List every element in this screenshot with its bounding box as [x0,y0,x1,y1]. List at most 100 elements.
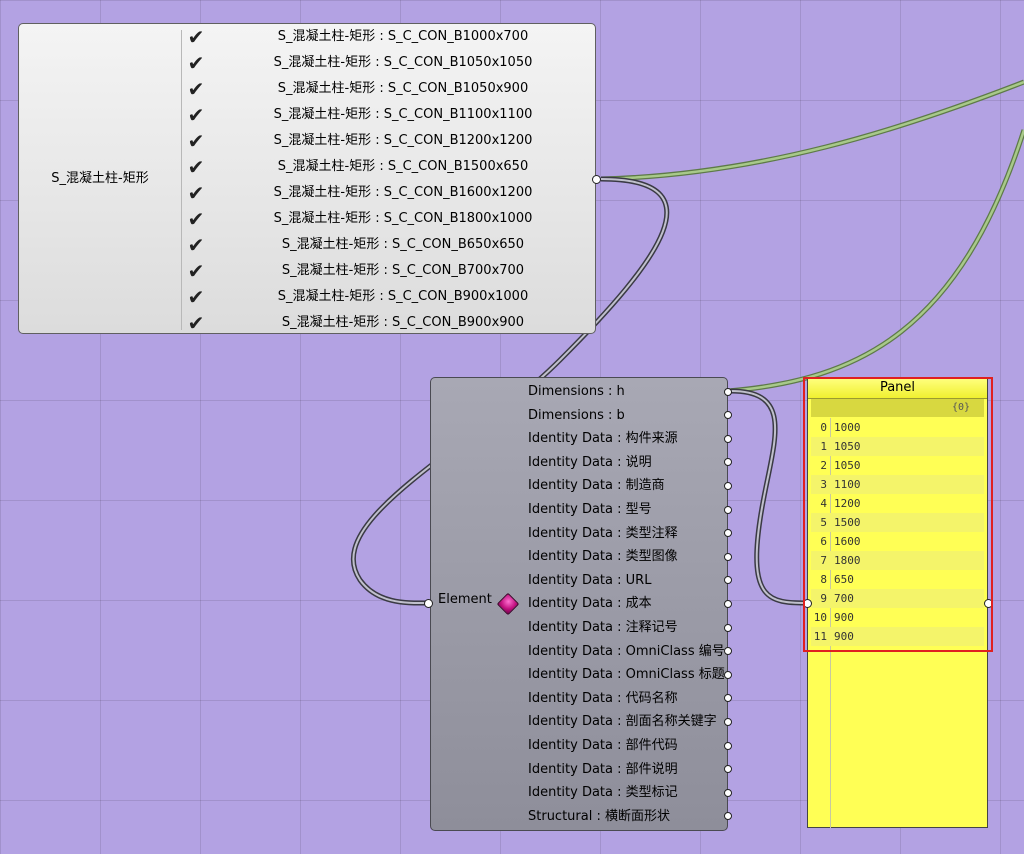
value-list-item[interactable]: ✔ S_混凝土柱-矩形 : S_C_CON_B900x1000 [182,284,596,310]
value-list-item[interactable]: ✔ S_混凝土柱-矩形 : S_C_CON_B1050x1050 [182,50,596,76]
panel-output-port[interactable] [984,599,993,608]
value-list-item-label: S_混凝土柱-矩形 : S_C_CON_B1100x1100 [273,107,533,122]
element-output-port[interactable] [724,505,732,514]
panel-row-value: 1600 [834,535,861,548]
panel-row-index: 8 [820,573,827,586]
checkmark-icon: ✔ [187,129,205,153]
element-output-port[interactable] [724,481,732,490]
panel-row: 11 900 [811,627,984,646]
element-output-label: Dimensions : h [528,384,625,399]
panel-row-index: 11 [813,630,827,643]
value-list-item-label: S_混凝土柱-矩形 : S_C_CON_B900x900 [281,315,525,330]
wire-h-to-panel [730,388,807,606]
element-output-port[interactable] [724,741,732,750]
checkmark-icon: ✔ [187,77,205,101]
element-output-label: Identity Data : 类型标记 [528,785,678,801]
checkmark-icon: ✔ [187,233,205,257]
element-output-label: Identity Data : 部件代码 [528,738,678,753]
value-list-item-label: S_混凝土柱-矩形 : S_C_CON_B900x1000 [277,289,529,304]
wire-selected-2-core [727,129,1024,393]
value-list-item-label: S_混凝土柱-矩形 : S_C_CON_B1200x1200 [273,133,533,148]
value-list-item[interactable]: ✔ S_混凝土柱-矩形 : S_C_CON_B1000x700 [182,24,596,50]
panel-row-index: 3 [820,478,827,491]
panel-row-index: 5 [820,516,827,529]
value-list-item[interactable]: ✔ S_混凝土柱-矩形 : S_C_CON_B900x900 [182,310,596,336]
checkmark-icon: ✔ [187,207,205,231]
element-output-label: Identity Data : OmniClass 编号 [528,643,725,659]
value-list-item[interactable]: ✔ S_混凝土柱-矩形 : S_C_CON_B1100x1100 [182,102,596,128]
value-list-item[interactable]: ✔ S_混凝土柱-矩形 : S_C_CON_B1800x1000 [182,206,596,232]
panel-row: 9 700 [811,589,984,608]
panel-row-index: 1 [820,440,827,453]
panel-row: 8 650 [811,570,984,589]
checkmark-icon: ✔ [187,311,205,335]
value-list-item-label: S_混凝土柱-矩形 : S_C_CON_B1000x700 [277,29,529,44]
element-output-port[interactable] [724,552,732,561]
panel-input-port[interactable] [803,599,812,608]
element-output-port[interactable] [724,599,732,608]
panel-row: 2 1050 [811,456,984,475]
panel-row: 4 1200 [811,494,984,513]
checkmark-icon: ✔ [187,181,205,205]
element-output-port[interactable] [724,434,732,443]
panel-row: 6 1600 [811,532,984,551]
panel-row: 1 1050 [811,437,984,456]
element-output-label: Identity Data : OmniClass 标题 [528,667,725,683]
panel-row-value: 700 [834,592,854,605]
panel-row-value: 1100 [834,478,861,491]
checkmark-icon: ✔ [187,285,205,309]
value-list-item[interactable]: ✔ S_混凝土柱-矩形 : S_C_CON_B1200x1200 [182,128,596,154]
element-output-port[interactable] [724,387,732,396]
panel-row-index: 6 [820,535,827,548]
wire-selected-1-core [600,80,1024,181]
element-output-port[interactable] [724,717,732,726]
value-list-item[interactable]: ✔ S_混凝土柱-矩形 : S_C_CON_B650x650 [182,232,596,258]
panel-row: 10 900 [811,608,984,627]
panel-row-value: 1500 [834,516,861,529]
element-output-label: Identity Data : 构件来源 [528,431,678,447]
panel-row-index: 10 [813,611,827,624]
panel-row: 7 1800 [811,551,984,570]
panel-row-value: 1800 [834,554,861,567]
element-output-label: Identity Data : 类型图像 [528,549,678,565]
panel-row-value: 1200 [834,497,861,510]
panel-title: Panel [808,378,987,399]
panel-row-index: 7 [820,554,827,567]
value-list-item[interactable]: ✔ S_混凝土柱-矩形 : S_C_CON_B1500x650 [182,154,596,180]
element-output-label: Identity Data : 制造商 [528,478,665,494]
value-list-item[interactable]: ✔ S_混凝土柱-矩形 : S_C_CON_B1600x1200 [182,180,596,206]
element-output-label: Identity Data : 剖面名称关键字 [528,714,717,730]
panel-row: 3 1100 [811,475,984,494]
panel-component[interactable]: Panel {0} 0 1000 1 1050 2 1050 3 1100 4 1200 5 1500… [807,377,988,828]
element-input-port[interactable] [424,599,433,608]
element-output-port[interactable] [724,788,732,797]
element-output-label: Identity Data : 代码名称 [528,690,678,706]
value-list-output-port[interactable] [592,175,601,184]
value-list-component[interactable]: S_混凝土柱-矩形 ✔ S_混凝土柱-矩形 : S_C_CON_B1000x700… [18,23,596,336]
value-list-name: S_混凝土柱-矩形 [51,171,149,186]
checkmark-icon: ✔ [187,155,205,179]
element-output-port[interactable] [724,623,732,632]
panel-row-index: 4 [820,497,827,510]
element-output-label: Dimensions : b [528,407,625,423]
panel-row-index: 2 [820,459,827,472]
panel-row-value: 1050 [834,440,861,453]
panel-row: 0 1000 [811,418,984,437]
panel-row-index: 9 [820,592,827,605]
element-output-label: Structural : 横断面形状 [528,808,670,824]
element-output-label: Identity Data : 部件说明 [528,761,678,777]
value-list-item[interactable]: ✔ S_混凝土柱-矩形 : S_C_CON_B1050x900 [182,76,596,102]
element-input-label: Element [438,592,492,607]
value-list-item-label: S_混凝土柱-矩形 : S_C_CON_B1800x1000 [273,211,533,226]
element-output-label: Identity Data : URL [528,572,652,588]
element-output-port[interactable] [724,670,732,679]
value-list-item[interactable]: ✔ S_混凝土柱-矩形 : S_C_CON_B700x700 [182,258,596,284]
wire-selected-2 [727,129,1024,394]
value-list-item-label: S_混凝土柱-矩形 : S_C_CON_B1500x650 [277,159,529,174]
element-output-label: Identity Data : 注释记号 [528,620,678,635]
wire-h-to-panel-core [730,390,807,604]
panel-row-value: 900 [834,630,854,643]
checkmark-icon: ✔ [187,51,205,75]
element-output-label: Identity Data : 型号 [528,502,652,517]
checkmark-icon: ✔ [187,25,205,49]
